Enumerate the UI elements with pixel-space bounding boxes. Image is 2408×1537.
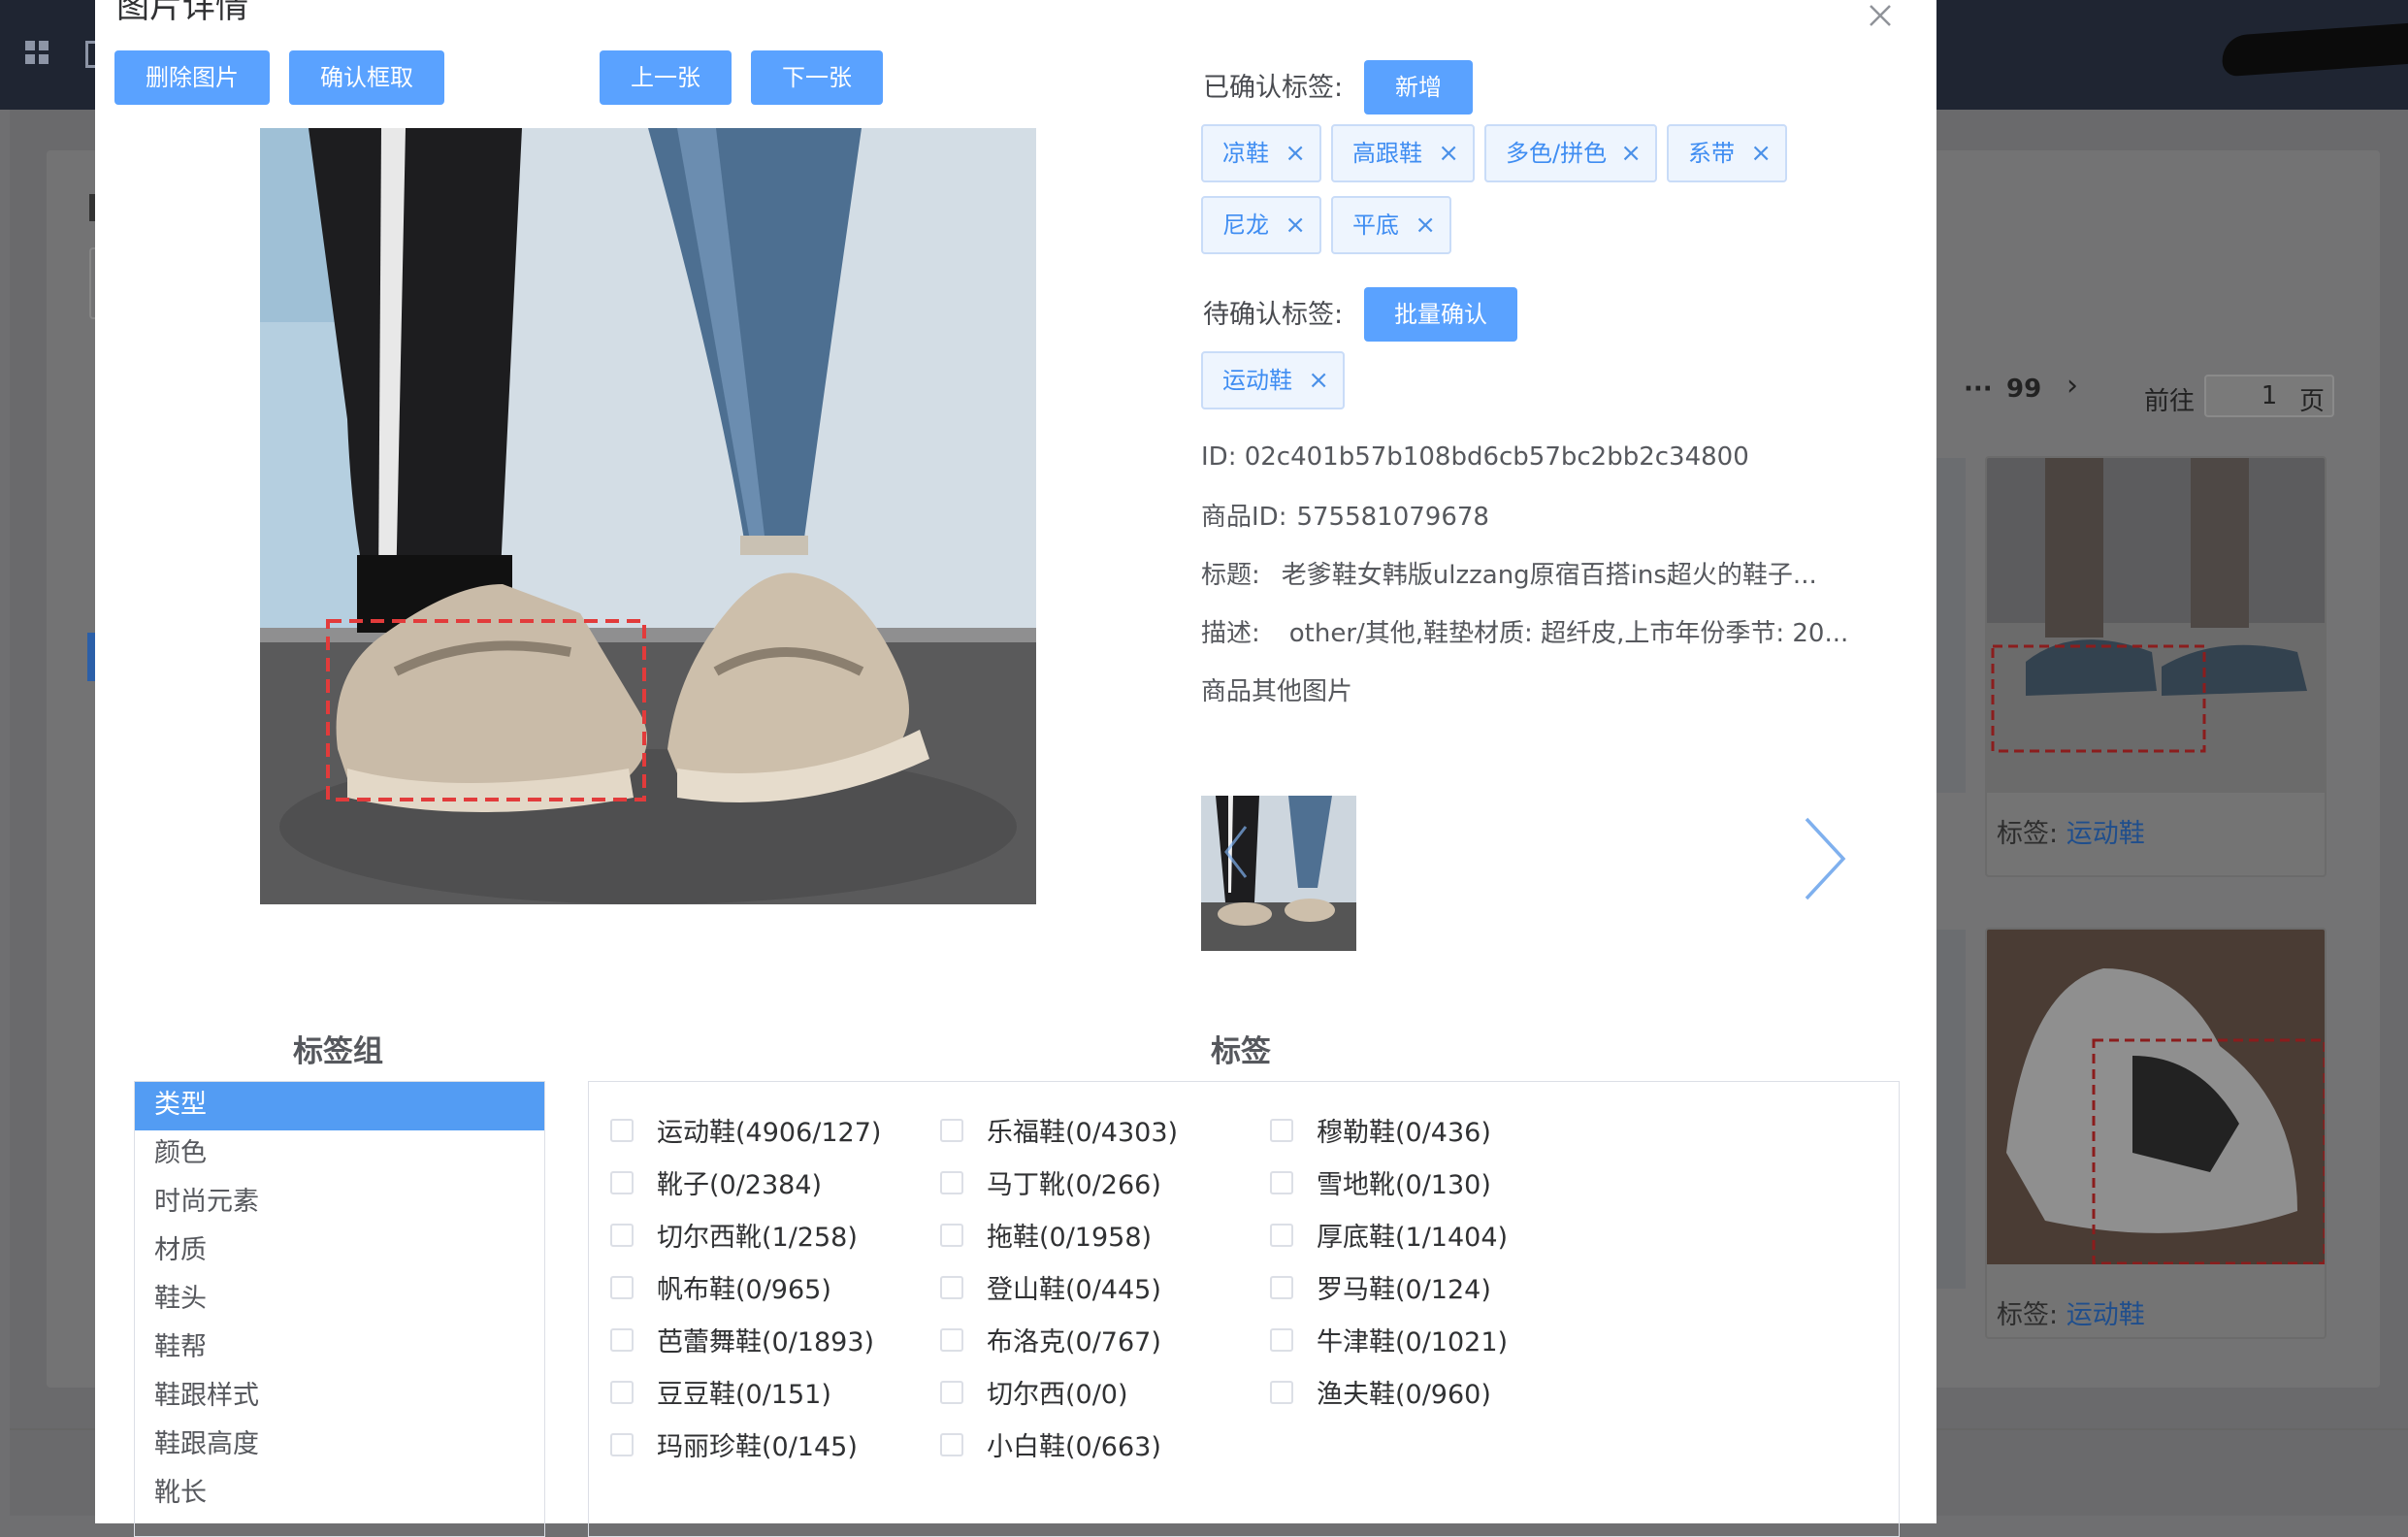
confirmed-tag[interactable]: 尼龙 × [1201,196,1321,254]
checkbox[interactable] [1270,1171,1293,1194]
tile-tag-label: 标签: 运动鞋 [1997,1300,2145,1330]
pager-last-page[interactable]: 99 [2006,375,2041,404]
tag-label: 高跟鞋 [1352,140,1422,167]
close-icon[interactable]: × [1438,126,1459,180]
background-image-tile[interactable]: 标签: 运动鞋 [1985,928,2327,1339]
next-image-button[interactable]: 下一张 [751,50,883,105]
confirm-box-button[interactable]: 确认框取 [289,50,444,105]
product-id-line: 商品ID: 575581079678 [1201,503,1489,532]
chevron-right-icon[interactable] [1801,815,1849,902]
other-images-label: 商品其他图片 [1201,677,1353,706]
title-value: 老爹鞋女韩版ulzzang原宿百搭ins超火的鞋子... [1281,561,1817,590]
checkbox[interactable] [610,1328,634,1352]
confirmed-tag[interactable]: 多色/拼色 × [1484,124,1657,182]
confirmed-tag[interactable]: 凉鞋 × [1201,124,1321,182]
batch-confirm-button[interactable]: 批量确认 [1364,287,1517,342]
background-tile-partial [1936,930,1966,1289]
tag-group-item[interactable]: 鞋头 [135,1276,544,1324]
checkbox[interactable] [1270,1328,1293,1352]
tag-group-item[interactable]: 类型 [135,1082,544,1130]
sneaker-photo-thumbnail [1987,458,2325,793]
tag-label: 多色/拼色 [1506,140,1608,167]
checkbox[interactable] [1270,1381,1293,1404]
title-line: 标题: 老爹鞋女韩版ulzzang原宿百搭ins超火的鞋子... [1201,561,1817,590]
confirmed-tags-label: 已确认标签: [1203,73,1344,103]
dialog-title: 图片详情 [116,0,248,26]
tag-checkbox-panel: 运动鞋(4906/127) 靴子(0/2384) 切尔西靴(1/258) 帆布鞋… [588,1081,1900,1537]
sneakers-photo [260,128,1036,904]
checkbox[interactable] [610,1224,634,1247]
tag-label: 系带 [1688,140,1735,167]
checkbox[interactable] [940,1119,963,1142]
checkbox[interactable] [610,1276,634,1299]
close-icon[interactable]: × [1750,126,1772,180]
tag-label: 凉鞋 [1222,140,1269,167]
close-icon[interactable] [1863,0,1898,33]
close-icon[interactable]: × [1308,353,1329,408]
tag-group-item[interactable]: 材质 [135,1227,544,1276]
image-detail-dialog: 图片详情 删除图片 确认框取 上一张 下一张 已确认标签: 新增 凉鞋 × 高跟… [95,0,1936,1537]
checkbox[interactable] [610,1119,634,1142]
pending-tags-label: 待确认标签: [1203,300,1344,330]
tag-group-item[interactable]: 颜色 [135,1130,544,1179]
checkbox[interactable] [940,1381,963,1404]
checkbox[interactable] [940,1328,963,1352]
close-icon[interactable]: × [1285,198,1306,252]
pager-next-icon[interactable]: › [2066,369,2078,403]
image-id-line: ID: 02c401b57b108bd6cb57bc2bb2c34800 [1201,442,1749,472]
background-tile-partial [1936,458,1966,793]
add-tag-button[interactable]: 新增 [1364,60,1473,114]
tag-group-item[interactable]: 鞋帮 [135,1324,544,1373]
tag-group-item[interactable]: 靴长 [135,1470,544,1519]
chevron-left-icon[interactable] [1222,823,1250,881]
checkbox[interactable] [610,1381,634,1404]
pager-goto-label: 前往 [2144,387,2196,416]
checkbox[interactable] [940,1276,963,1299]
pending-tag[interactable]: 运动鞋 × [1201,351,1345,409]
apps-grid-icon[interactable] [25,41,49,64]
checkbox[interactable] [610,1433,634,1456]
description-line: 描述: other/其他,鞋垫材质: 超纤皮,上市年份季节: 20... [1201,619,1849,648]
checkbox[interactable] [1270,1276,1293,1299]
tag-group-list: 类型 颜色 时尚元素 材质 鞋头 鞋帮 鞋跟样式 鞋跟高度 靴长 [134,1081,545,1537]
description-value: other/其他,鞋垫材质: 超纤皮,上市年份季节: 20... [1288,619,1849,648]
close-icon[interactable]: × [1415,198,1436,252]
close-icon[interactable]: × [1285,126,1306,180]
close-icon[interactable]: × [1620,126,1642,180]
image-id-value: 02c401b57b108bd6cb57bc2bb2c34800 [1244,442,1749,472]
main-product-image[interactable] [260,128,1036,904]
tag-group-item[interactable]: 鞋跟高度 [135,1422,544,1470]
background-image-tile[interactable]: 标签: 运动鞋 [1985,456,2327,877]
pager-ellipsis[interactable]: ··· [1964,375,1993,404]
redacted-user-info [2220,21,2408,78]
tag-label: 尼龙 [1222,212,1269,239]
tag-group-item[interactable]: 鞋跟样式 [135,1373,544,1422]
product-id-value: 575581079678 [1296,503,1489,532]
confirmed-tag[interactable]: 高跟鞋 × [1331,124,1475,182]
checkbox[interactable] [940,1171,963,1194]
prev-image-button[interactable]: 上一张 [600,50,732,105]
delete-image-button[interactable]: 删除图片 [114,50,270,105]
tile-tag-label: 标签: 运动鞋 [1997,819,2145,849]
tag-groups-heading: 标签组 [293,1034,383,1069]
confirmed-tag[interactable]: 平底 × [1331,196,1451,254]
sneaker-photo-thumbnail [1987,930,2325,1264]
checkbox[interactable] [610,1171,634,1194]
checkbox[interactable] [1270,1224,1293,1247]
checkbox[interactable] [940,1224,963,1247]
tag-group-item[interactable]: 时尚元素 [135,1179,544,1227]
checkbox[interactable] [1270,1119,1293,1142]
confirmed-tag[interactable]: 系带 × [1667,124,1787,182]
tag-label: 运动鞋 [1222,367,1292,394]
checkbox[interactable] [940,1433,963,1456]
tag-label: 平底 [1352,212,1399,239]
pager-page-suffix: 页 [2299,387,2326,416]
tags-heading: 标签 [1211,1034,1271,1069]
